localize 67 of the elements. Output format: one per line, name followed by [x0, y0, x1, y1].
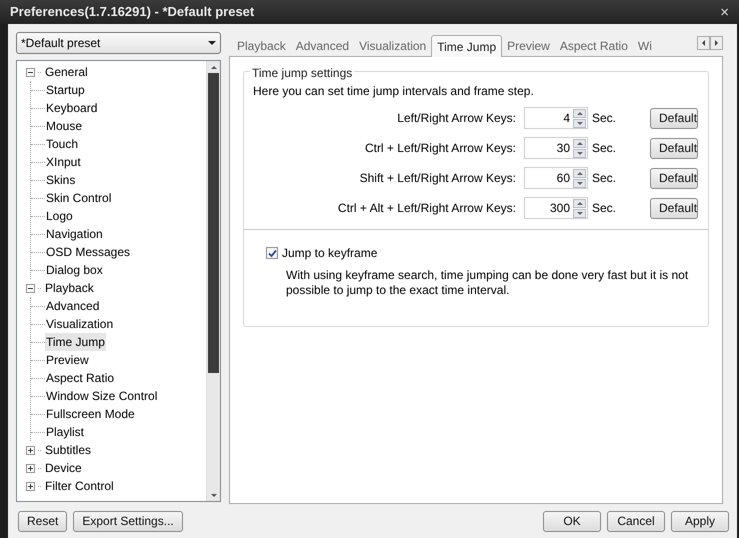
- number-spinner[interactable]: 300: [524, 197, 588, 219]
- tree-item[interactable]: Playback: [44, 279, 95, 297]
- tab[interactable]: Time Jump: [431, 35, 502, 57]
- tab[interactable]: Preview: [502, 36, 555, 56]
- tab[interactable]: Playback: [232, 36, 291, 56]
- tab[interactable]: Visualization: [354, 36, 432, 56]
- keyframe-note: With using keyframe search, time jumping can be done very fast but it is not possible to jump to the exact time interval.: [286, 268, 690, 298]
- tree-item[interactable]: Visualization: [45, 315, 114, 333]
- number-spinner[interactable]: 30: [524, 137, 588, 159]
- dialog-button[interactable]: Apply: [671, 510, 729, 532]
- unit-label: Sec.: [592, 140, 618, 157]
- tab[interactable]: Advanced: [290, 36, 354, 56]
- tree-item[interactable]: OSD Messages: [45, 243, 132, 261]
- tree-item[interactable]: Aspect Ratio: [45, 369, 116, 387]
- tree-item[interactable]: Subtitles: [44, 441, 92, 459]
- dialog-button[interactable]: Default: [650, 138, 698, 158]
- tree-item[interactable]: Skins: [45, 171, 76, 189]
- field-label: Ctrl + Alt + Left/Right Arrow Keys:: [336, 200, 517, 217]
- field-label: Left/Right Arrow Keys:: [396, 110, 517, 127]
- preset-dropdown[interactable]: *Default preset: [16, 32, 221, 54]
- dialog-button[interactable]: Default: [650, 198, 698, 218]
- unit-label: Sec.: [592, 110, 618, 127]
- group-description: Here you can set time jump intervals and frame step.: [253, 83, 535, 100]
- tree-item[interactable]: Playlist: [45, 423, 86, 441]
- tree-item[interactable]: Touch: [45, 135, 80, 153]
- collapse-icon[interactable]: [26, 284, 35, 292]
- tree-item[interactable]: Fullscreen Mode: [45, 405, 136, 423]
- scrollbar[interactable]: [206, 61, 220, 501]
- tree-item[interactable]: Dialog box: [45, 261, 104, 279]
- field-label: Ctrl + Left/Right Arrow Keys:: [364, 140, 517, 157]
- dialog-button[interactable]: Default: [650, 108, 698, 128]
- tree-item[interactable]: Time Jump: [45, 333, 106, 351]
- expand-icon[interactable]: [26, 482, 35, 490]
- tab[interactable]: Wi: [632, 36, 657, 56]
- dialog-button[interactable]: Default: [650, 168, 698, 188]
- tree-item[interactable]: Navigation: [45, 225, 104, 243]
- field-label: Shift + Left/Right Arrow Keys:: [358, 170, 517, 187]
- tree-item[interactable]: Startup: [45, 81, 86, 99]
- collapse-icon[interactable]: [26, 68, 35, 76]
- tab-scroll-left-button[interactable]: [697, 36, 710, 50]
- tree-item[interactable]: Advanced: [45, 297, 100, 315]
- unit-label: Sec.: [592, 200, 618, 217]
- tab[interactable]: Aspect Ratio: [554, 36, 633, 56]
- number-spinner[interactable]: 4: [524, 107, 588, 129]
- dialog-button[interactable]: Export Settings...: [73, 510, 183, 532]
- tree-item[interactable]: Logo: [45, 207, 74, 225]
- tree-item[interactable]: Keyboard: [45, 99, 98, 117]
- tree-item[interactable]: Mouse: [45, 117, 84, 135]
- tree-item[interactable]: Device: [44, 459, 83, 477]
- tree-item[interactable]: General: [44, 63, 89, 81]
- dialog-button[interactable]: Cancel: [607, 510, 665, 532]
- tree-item[interactable]: Skin Control: [45, 189, 112, 207]
- number-spinner[interactable]: 60: [524, 167, 588, 189]
- dialog-button[interactable]: Reset: [18, 510, 68, 532]
- dialog-button[interactable]: OK: [543, 510, 601, 532]
- close-button[interactable]: ×: [720, 4, 729, 20]
- tree-item[interactable]: Window Size Control: [45, 387, 158, 405]
- checkbox[interactable]: [266, 247, 278, 259]
- expand-icon[interactable]: [26, 464, 35, 472]
- expand-icon[interactable]: [26, 446, 35, 454]
- unit-label: Sec.: [592, 170, 618, 187]
- window-title: Preferences(1.7.16291) - *Default preset: [10, 3, 254, 22]
- tree-item[interactable]: Filter Control: [44, 477, 115, 495]
- tree-item[interactable]: XInput: [45, 153, 82, 171]
- tab-scroll-right-button[interactable]: [710, 36, 723, 50]
- checkbox-label: Jump to keyframe: [282, 245, 378, 262]
- tree-item[interactable]: Preview: [45, 351, 90, 369]
